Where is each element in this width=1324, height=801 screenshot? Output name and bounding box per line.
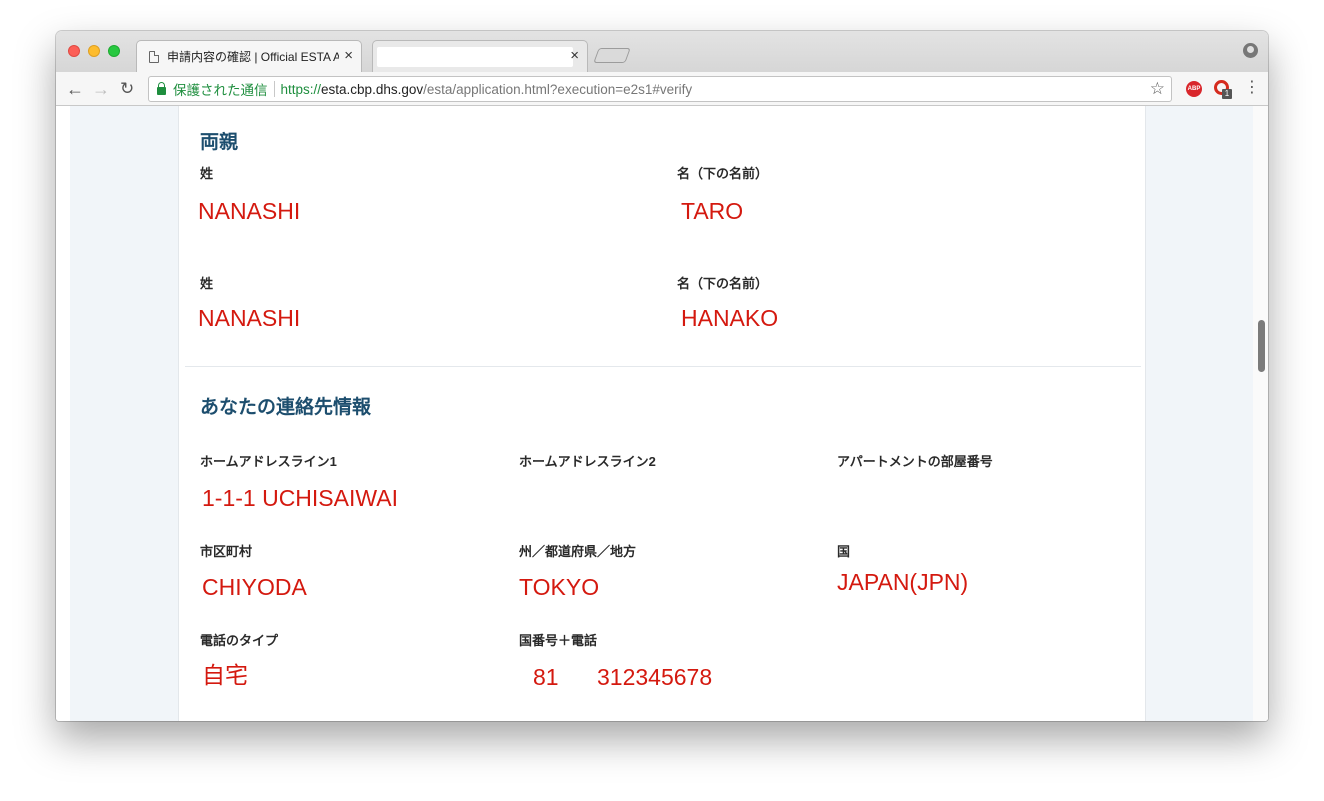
phone-label: 国番号＋電話 bbox=[519, 633, 598, 648]
browser-toolbar: ← → ↻ 保護された通信 https:// esta.cbp.dhs.gov … bbox=[56, 72, 1268, 106]
tab-blank[interactable]: × bbox=[372, 40, 588, 72]
left-gutter bbox=[70, 106, 178, 721]
back-arrow-icon[interactable]: ← bbox=[66, 78, 84, 100]
address-bar[interactable]: 保護された通信 https:// esta.cbp.dhs.gov /esta/… bbox=[148, 76, 1172, 102]
father-given-name-value: TARO bbox=[681, 198, 744, 224]
minimize-window-button[interactable] bbox=[88, 45, 100, 57]
phone-type-value: 自宅 bbox=[202, 662, 248, 688]
scrollbar-thumb[interactable] bbox=[1258, 320, 1265, 372]
more-menu-icon[interactable]: ⋮ bbox=[1244, 79, 1260, 97]
city-value: CHIYODA bbox=[202, 574, 307, 600]
mother-given-name-label: 名（下の名前） bbox=[677, 276, 769, 291]
father-surname-label: 姓 bbox=[200, 166, 214, 181]
address-separator bbox=[273, 81, 275, 97]
address-line1-value: 1-1-1 UCHISAIWAI bbox=[202, 485, 398, 511]
contact-info-heading: あなたの連絡先情報 bbox=[200, 397, 372, 418]
country-label: 国 bbox=[837, 544, 851, 559]
tab-blank-title bbox=[377, 46, 573, 67]
country-value: JAPAN(JPN) bbox=[837, 569, 969, 595]
mother-surname-label: 姓 bbox=[200, 276, 214, 291]
close-window-button[interactable] bbox=[68, 45, 80, 57]
phone-type-label: 電話のタイプ bbox=[200, 633, 279, 648]
phone-number-value: 312345678 bbox=[597, 664, 713, 690]
zoom-window-button[interactable] bbox=[108, 45, 120, 57]
browser-window: 申請内容の確認 | Official ESTA A × × ← → ↻ 保護され… bbox=[56, 31, 1268, 721]
section-divider bbox=[185, 366, 1141, 367]
right-gutter bbox=[1146, 106, 1253, 721]
bookmark-star-icon[interactable]: ☆ bbox=[1150, 79, 1165, 99]
mother-given-name-value: HANAKO bbox=[681, 305, 779, 331]
page-icon bbox=[149, 50, 159, 63]
title-bar: 申請内容の確認 | Official ESTA A × × bbox=[56, 31, 1268, 72]
state-value: TOKYO bbox=[519, 574, 600, 600]
url-path: /esta/application.html?execution=e2s1#ve… bbox=[423, 81, 693, 97]
father-surname-value: NANASHI bbox=[198, 198, 301, 224]
mother-surname-value: NANASHI bbox=[198, 305, 301, 331]
tab-close-icon[interactable]: × bbox=[344, 48, 353, 64]
tab-esta-application[interactable]: 申請内容の確認 | Official ESTA A × bbox=[136, 40, 362, 72]
adblock-plus-icon[interactable]: ABP bbox=[1186, 81, 1202, 97]
application-review-panel: 両親 姓 NANASHI 名（下の名前） TARO 姓 NANASHI 名（下の… bbox=[178, 106, 1146, 721]
father-given-name-label: 名（下の名前） bbox=[677, 166, 769, 181]
tab-close-icon[interactable]: × bbox=[570, 48, 579, 64]
address-line1-label: ホームアドレスライン1 bbox=[200, 454, 337, 469]
forward-arrow-icon[interactable]: → bbox=[92, 78, 110, 100]
city-label: 市区町村 bbox=[200, 544, 253, 559]
lock-icon bbox=[157, 82, 166, 95]
state-label: 州／都道府県／地方 bbox=[519, 544, 637, 559]
tab-title: 申請内容の確認 | Official ESTA A bbox=[167, 50, 339, 64]
new-tab-button[interactable] bbox=[593, 48, 631, 63]
address-line2-label: ホームアドレスライン2 bbox=[519, 454, 656, 469]
apartment-number-label: アパートメントの部屋番号 bbox=[837, 454, 993, 469]
phone-country-code-value: 81 bbox=[533, 664, 559, 690]
parents-heading: 両親 bbox=[200, 132, 239, 153]
scrollbar-track[interactable] bbox=[1253, 106, 1268, 721]
secure-connection-label: 保護された通信 bbox=[173, 83, 268, 98]
reload-icon[interactable]: ↻ bbox=[120, 78, 134, 100]
page-viewport: 両親 姓 NANASHI 名（下の名前） TARO 姓 NANASHI 名（下の… bbox=[56, 106, 1268, 721]
profile-icon[interactable] bbox=[1243, 43, 1258, 58]
extension-badge: 1 bbox=[1222, 89, 1232, 99]
url-scheme: https:// bbox=[280, 81, 322, 97]
url-host: esta.cbp.dhs.gov bbox=[321, 81, 424, 97]
